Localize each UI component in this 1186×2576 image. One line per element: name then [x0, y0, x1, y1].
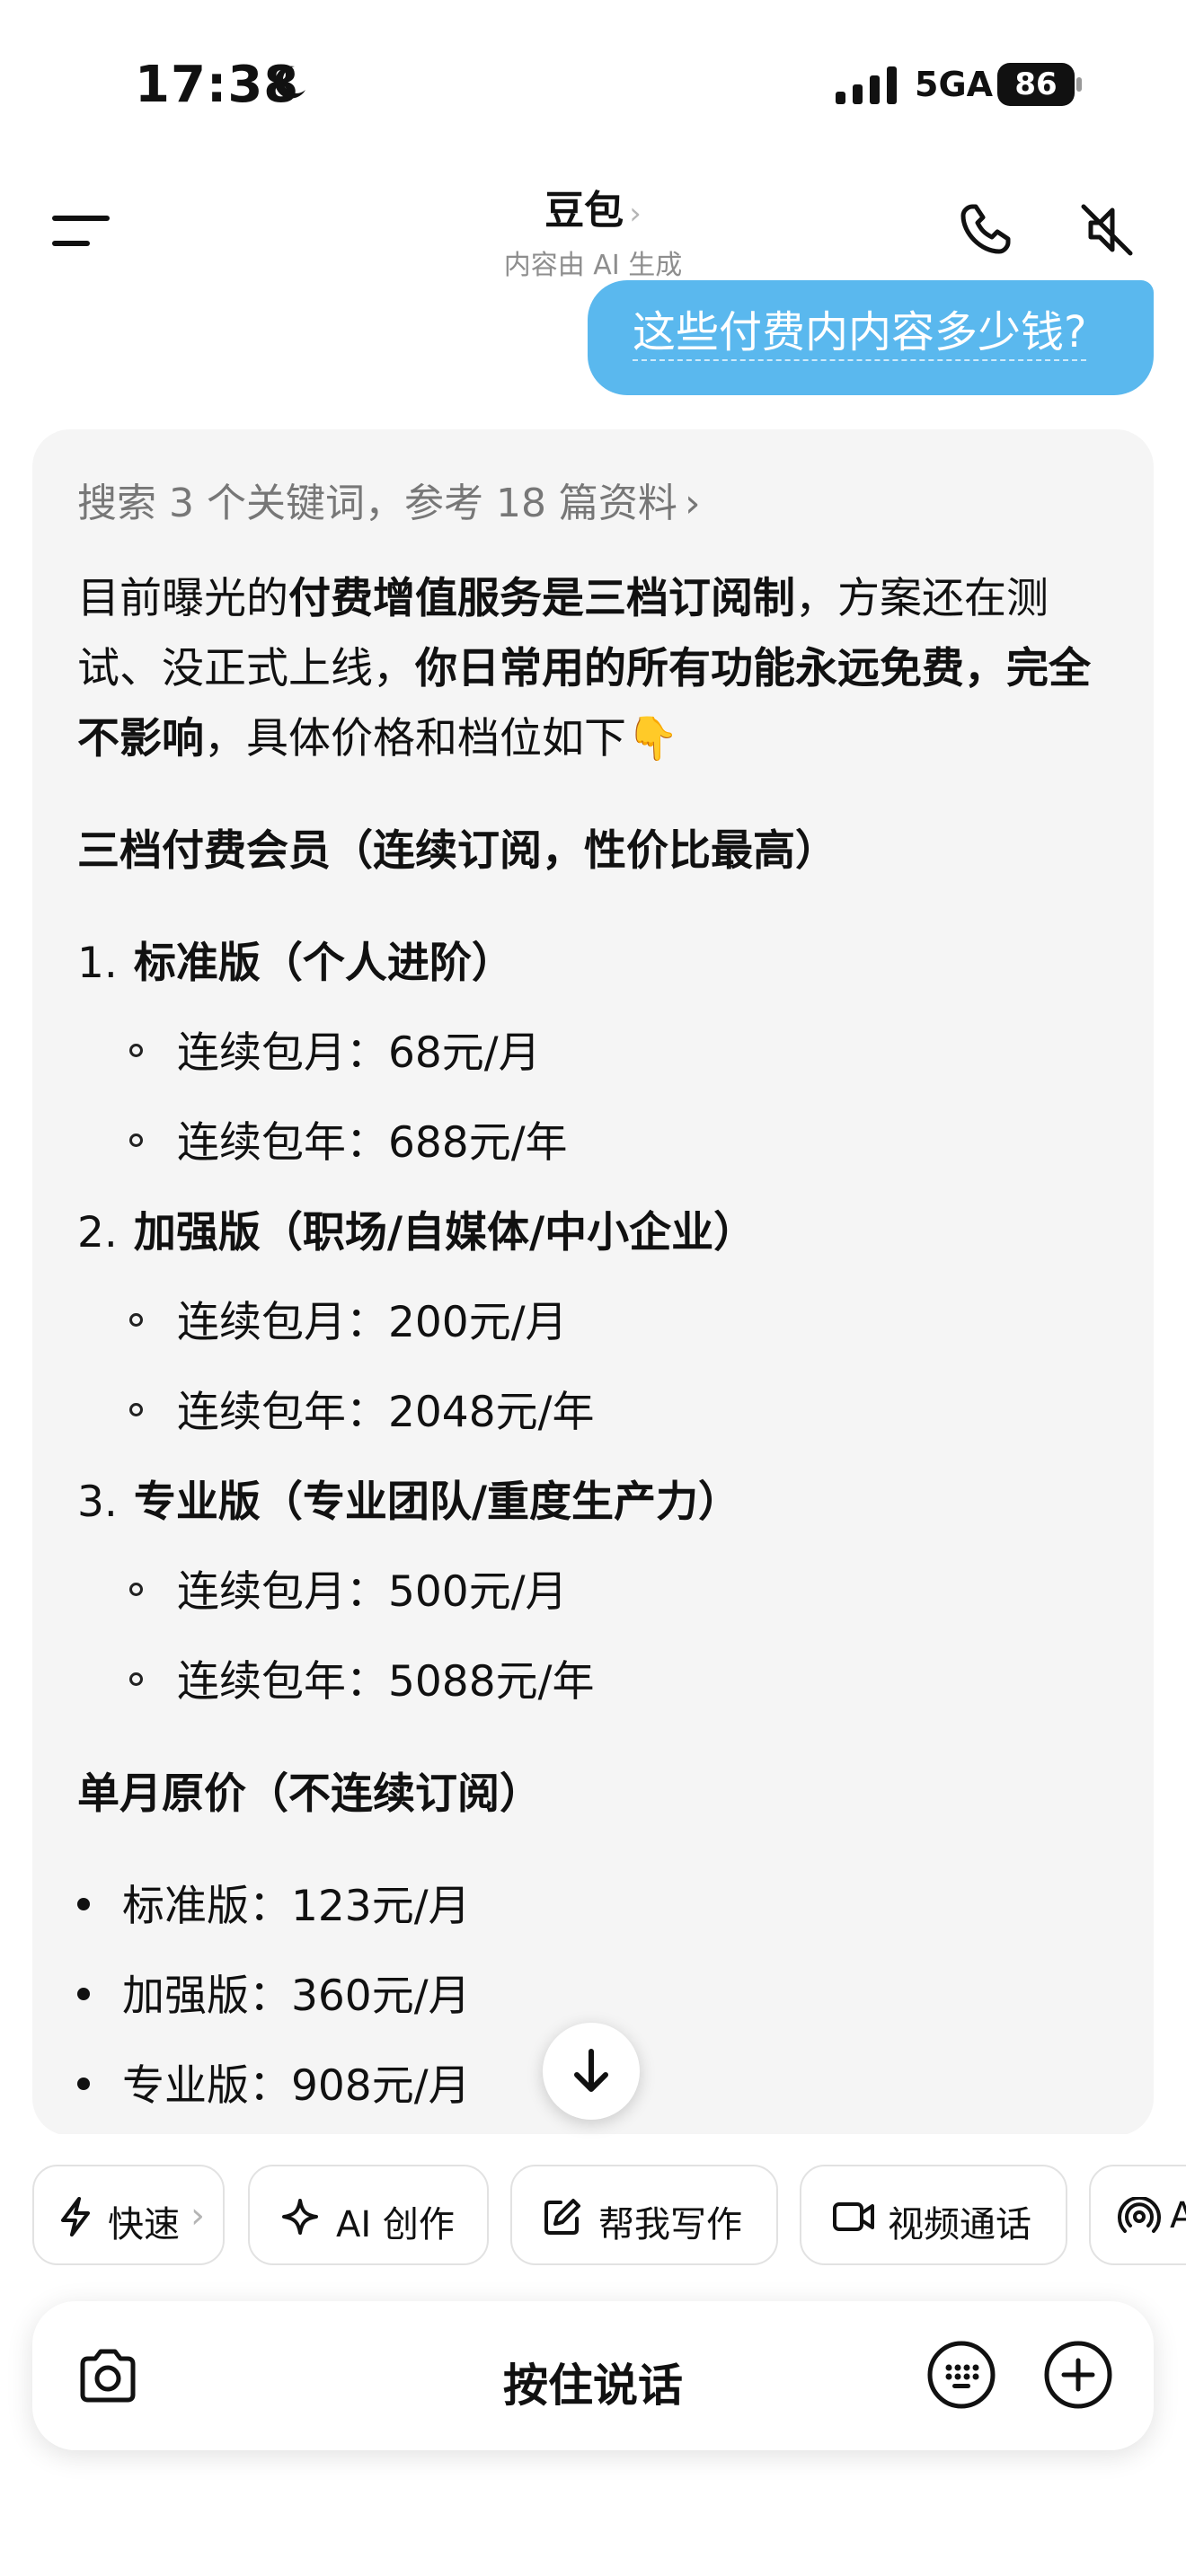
- search-references-text: 搜索 3 个关键词，参考 18 篇资料: [77, 481, 677, 526]
- single-price-text: 专业版：908元/月: [122, 2061, 471, 2111]
- ai-intro-paragraph: 目前曝光的付费增值服务是三档订阅制，方案还在测试、没正式上线，你日常用的所有功能…: [77, 564, 1120, 774]
- chip-label: AI 创作: [336, 2204, 455, 2245]
- ai-response-card: 搜索 3 个关键词，参考 18 篇资料 › 目前曝光的付费增值服务是三档订阅制，方…: [32, 429, 1154, 2136]
- chip-chevron-icon: ›: [190, 2195, 205, 2236]
- references-chevron-icon: ›: [684, 481, 701, 526]
- circle-bullet-icon: [129, 1313, 143, 1327]
- intro-text-3: ，具体价格和档位如下: [204, 714, 626, 763]
- intro-text-1: 目前曝光的: [77, 574, 288, 623]
- circle-bullet-icon: [129, 1044, 143, 1057]
- moon-icon: [275, 66, 305, 99]
- network-type: 5GA: [915, 65, 994, 104]
- user-message-bubble[interactable]: 这些付费内内容多少钱?: [588, 280, 1154, 395]
- quick-action-video-call[interactable]: 视频通话: [800, 2165, 1067, 2265]
- lightning-icon: [61, 2197, 90, 2236]
- speaker-muted-icon[interactable]: [1078, 201, 1136, 259]
- user-message-text: 这些付费内内容多少钱?: [633, 307, 1087, 361]
- battery-level: 86: [997, 63, 1075, 106]
- arrow-down-icon: [574, 2049, 608, 2092]
- price-text: 连续包月：500元/月: [177, 1567, 568, 1617]
- edit-icon: [544, 2199, 580, 2235]
- price-text: 连续包年：688元/年: [177, 1118, 568, 1168]
- circle-bullet-icon: [129, 1134, 143, 1147]
- plan-name: 专业版（专业团队/重度生产力）: [133, 1478, 741, 1527]
- broadcast-icon: [1118, 2197, 1161, 2233]
- sparkle-icon: [282, 2199, 318, 2235]
- plan-item-standard: 1. 标准版（个人进阶）: [77, 928, 514, 990]
- price-text: 连续包月：200元/月: [177, 1298, 568, 1347]
- price-text: 连续包年：2048元/年: [177, 1388, 595, 1437]
- plan-price-item: 连续包月：68元/月: [129, 1018, 541, 1080]
- chat-title[interactable]: 豆包: [544, 188, 624, 234]
- chip-label: 快速: [108, 2204, 180, 2245]
- bullet-dot-icon: [77, 2077, 90, 2090]
- plus-icon[interactable]: [1042, 2339, 1114, 2411]
- status-bar: 17:38 5GA 86: [0, 0, 1186, 171]
- circle-bullet-icon: [129, 1672, 143, 1686]
- quick-action-more[interactable]: A: [1089, 2165, 1186, 2265]
- price-text: 连续包年：5088元/年: [177, 1657, 595, 1707]
- single-price-item: 加强版：360元/月: [77, 1961, 471, 2023]
- pointing-down-emoji: 👇: [626, 714, 679, 763]
- video-icon: [833, 2202, 874, 2231]
- circle-bullet-icon: [129, 1403, 143, 1416]
- plan-item-pro: 3. 专业版（专业团队/重度生产力）: [77, 1467, 740, 1529]
- plan-number: 1.: [77, 939, 118, 988]
- plan-name: 加强版（职场/自媒体/中小企业）: [133, 1208, 757, 1257]
- single-price-text: 标准版：123元/月: [122, 1882, 471, 1931]
- battery-tip: [1076, 77, 1082, 92]
- plan-price-item: 连续包年：688元/年: [129, 1107, 568, 1169]
- voice-input-bar[interactable]: 按住说话: [32, 2301, 1154, 2450]
- bullet-dot-icon: [77, 1897, 90, 1910]
- plan-number: 3.: [77, 1478, 118, 1527]
- search-references-link[interactable]: 搜索 3 个关键词，参考 18 篇资料 ›: [77, 471, 701, 528]
- plan-number: 2.: [77, 1208, 118, 1257]
- cellular-signal-icon: [836, 66, 897, 104]
- chip-label: A: [1170, 2195, 1186, 2236]
- phone-call-icon[interactable]: [956, 201, 1013, 259]
- keyboard-icon[interactable]: [925, 2339, 997, 2411]
- intro-bold-1: 付费增值服务是三档订阅制: [288, 574, 795, 623]
- quick-action-ai-create[interactable]: AI 创作: [248, 2165, 489, 2265]
- single-price-item: 标准版：123元/月: [77, 1871, 471, 1933]
- plan-item-enhanced: 2. 加强版（职场/自媒体/中小企业）: [77, 1197, 756, 1259]
- chat-header: 豆包 › 内容由 AI 生成: [0, 171, 1186, 287]
- plan-name: 标准版（个人进阶）: [133, 939, 514, 988]
- quick-actions-row[interactable]: 快速 › AI 创作 帮我写作 视频通话 A: [32, 2165, 1186, 2265]
- plan-price-item: 连续包年：2048元/年: [129, 1377, 594, 1439]
- title-chevron-icon: ›: [629, 196, 642, 232]
- plan-price-item: 连续包年：5088元/年: [129, 1646, 594, 1708]
- chip-label: 视频通话: [888, 2204, 1031, 2245]
- bottom-input-area: 快速 › AI 创作 帮我写作 视频通话 A 按住说话: [0, 2134, 1186, 2576]
- bullet-dot-icon: [77, 1987, 90, 2000]
- battery-icon: 86: [997, 63, 1082, 106]
- quick-action-writing[interactable]: 帮我写作: [510, 2165, 778, 2265]
- plan-price-item: 连续包月：500元/月: [129, 1557, 568, 1619]
- quick-action-fast[interactable]: 快速 ›: [32, 2165, 225, 2265]
- single-price-item: 专业版：908元/月: [77, 2051, 471, 2113]
- section-heading-single-month: 单月原价（不连续订阅）: [77, 1769, 542, 1819]
- scroll-to-bottom-button[interactable]: [543, 2023, 640, 2120]
- price-text: 连续包月：68元/月: [177, 1028, 541, 1078]
- plan-price-item: 连续包月：200元/月: [129, 1287, 568, 1349]
- circle-bullet-icon: [129, 1583, 143, 1596]
- section-heading-subscription: 三档付费会员（连续订阅，性价比最高）: [77, 826, 837, 876]
- single-price-text: 加强版：360元/月: [122, 1972, 471, 2021]
- chip-label: 帮我写作: [598, 2204, 742, 2245]
